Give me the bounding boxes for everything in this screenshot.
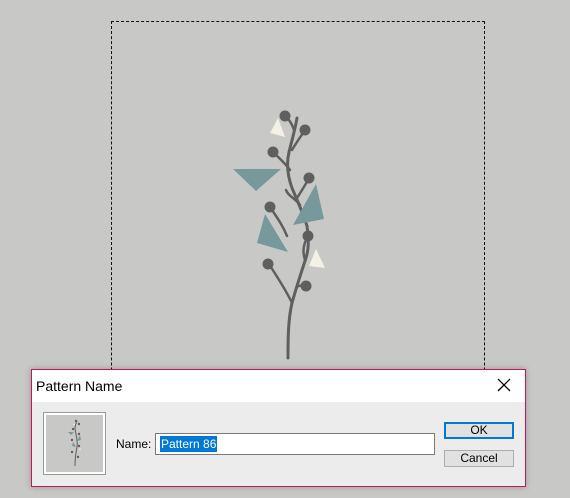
berry: [264, 201, 276, 213]
berry: [279, 110, 291, 122]
selected-text: Pattern 86: [160, 436, 218, 452]
berry: [299, 124, 311, 136]
berry: [303, 172, 315, 184]
close-icon: [497, 378, 511, 392]
teal-leaf: [233, 169, 281, 191]
ok-button[interactable]: OK: [444, 422, 514, 439]
dialog-title: Pattern Name: [36, 378, 123, 394]
dialog-titlebar: Pattern Name: [32, 370, 525, 402]
berry: [300, 280, 312, 292]
berry: [302, 230, 314, 242]
cream-leaf: [309, 249, 325, 268]
berry: [267, 146, 279, 158]
dialog-body: Name: Pattern 86 OK Cancel: [32, 402, 525, 486]
berry: [262, 258, 274, 270]
pattern-name-dialog: Pattern Name Name: Pattern 86 OK Cancel: [31, 369, 526, 487]
name-label: Name:: [116, 437, 152, 451]
cancel-button[interactable]: Cancel: [444, 450, 514, 467]
teal-leaf: [257, 214, 288, 252]
pattern-thumbnail: [43, 412, 106, 475]
thumbnail-branch-image: [68, 419, 81, 467]
close-button[interactable]: [493, 374, 515, 396]
pattern-name-input[interactable]: Pattern 86: [155, 433, 435, 455]
